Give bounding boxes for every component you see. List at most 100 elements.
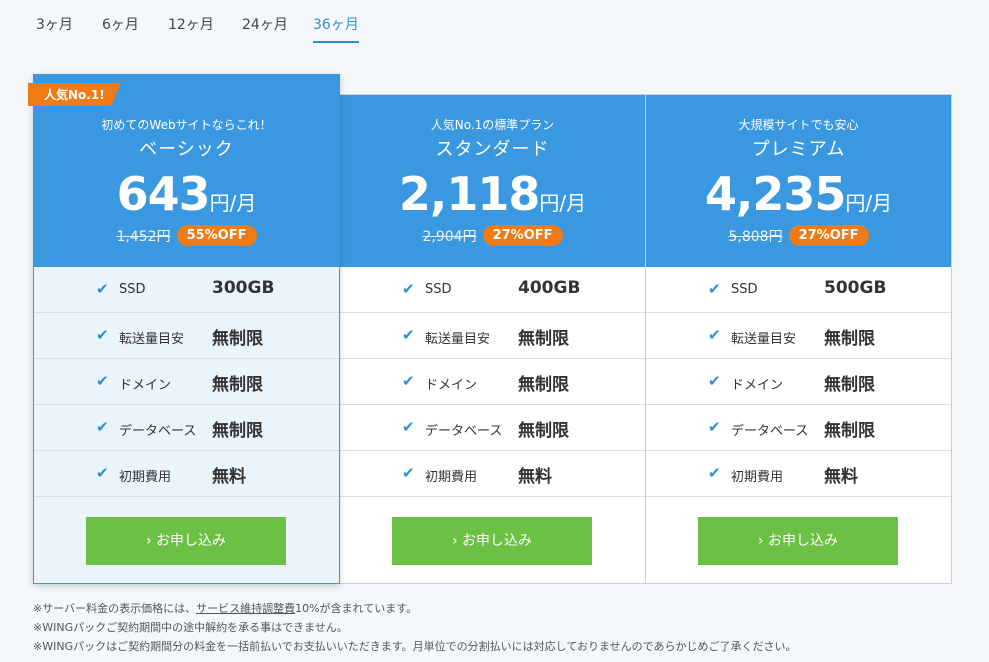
feature-value: 無制限 (824, 375, 875, 395)
discount-badge: 55%OFF (176, 225, 257, 246)
tab-36-months[interactable]: 36ヶ月 (313, 14, 359, 43)
check-icon: ✔ (96, 418, 109, 436)
feature-value: 300GB (212, 278, 275, 298)
check-icon: ✔ (708, 372, 721, 390)
feature-label: SSD (119, 282, 146, 297)
feature-label: SSD (731, 282, 758, 297)
feature-label: 初期費用 (119, 470, 172, 485)
feature-row-database: ✔ データベース 無制限 (646, 405, 951, 451)
check-icon: ✔ (402, 418, 415, 436)
apply-button[interactable]: › お申し込み (698, 517, 898, 565)
footnotes: ※サーバー料金の表示価格には、サービス維持調整費10%が含まれています。 ※WI… (33, 599, 973, 656)
apply-button[interactable]: › お申し込み (86, 517, 286, 565)
feature-value: 無制限 (212, 329, 263, 349)
feature-label: ドメイン (119, 378, 172, 393)
feature-value: 無制限 (518, 329, 569, 349)
check-icon: ✔ (96, 372, 109, 390)
feature-row-domain: ✔ ドメイン 無制限 (34, 359, 339, 405)
footnote-text: 10%が含まれています。 (295, 602, 418, 615)
check-icon: ✔ (402, 280, 415, 298)
discount-badge: 27%OFF (788, 225, 869, 246)
apply-button[interactable]: › お申し込み (392, 517, 592, 565)
price-line: 4,235円/月 (646, 167, 951, 221)
check-icon: ✔ (708, 418, 721, 436)
feature-label: 転送量目安 (731, 332, 797, 347)
price-line: 643円/月 (34, 167, 339, 221)
feature-row-initial-fee: ✔ 初期費用 無料 (34, 451, 339, 497)
feature-value: 400GB (518, 278, 581, 298)
feature-label: 転送量目安 (425, 332, 491, 347)
feature-label: SSD (425, 282, 452, 297)
chevron-right-icon: › (145, 533, 152, 549)
feature-label: ドメイン (425, 378, 478, 393)
original-price: 2,904円 (422, 228, 477, 245)
check-icon: ✔ (96, 326, 109, 344)
feature-value: 無制限 (824, 329, 875, 349)
feature-value: 無制限 (518, 375, 569, 395)
price-line: 2,118円/月 (340, 167, 645, 221)
feature-row-ssd: ✔ SSD 400GB (340, 267, 645, 313)
discount-badge: 27%OFF (482, 225, 563, 246)
plan-name: プレミアム (751, 139, 846, 160)
feature-label: データベース (119, 424, 197, 439)
popular-ribbon: 人気No.1! (28, 83, 121, 106)
feature-label: 初期費用 (425, 470, 478, 485)
footnote-text: ※サーバー料金の表示価格には、 (33, 602, 197, 615)
feature-row-domain: ✔ ドメイン 無制限 (646, 359, 951, 405)
feature-value: 無制限 (824, 421, 875, 441)
original-price: 1,452円 (116, 228, 171, 245)
feature-row-initial-fee: ✔ 初期費用 無料 (646, 451, 951, 497)
plan-header: 人気No.1の標準プラン スタンダード 2,118円/月 2,904円 27%OF… (340, 95, 645, 267)
term-tabs: 3ヶ月 6ヶ月 12ヶ月 24ヶ月 36ヶ月 (0, 0, 989, 44)
feature-value: 500GB (824, 278, 887, 298)
discount-line: 2,904円 27%OFF (340, 225, 645, 246)
feature-row-database: ✔ データベース 無制限 (340, 405, 645, 451)
footnote-3: ※WINGパックはご契約期間分の料金を一括前払いでお支払いいただきます。月単位で… (33, 640, 797, 653)
feature-value: 無制限 (212, 421, 263, 441)
check-icon: ✔ (708, 280, 721, 298)
plan-price: 643 (116, 167, 211, 221)
plan-price: 4,235 (704, 167, 847, 221)
feature-label: ドメイン (731, 378, 784, 393)
feature-label: 初期費用 (731, 470, 784, 485)
feature-row-initial-fee: ✔ 初期費用 無料 (340, 451, 645, 497)
check-icon: ✔ (402, 326, 415, 344)
feature-label: データベース (425, 424, 503, 439)
feature-row-ssd: ✔ SSD 300GB (34, 267, 339, 313)
check-icon: ✔ (402, 464, 415, 482)
check-icon: ✔ (708, 464, 721, 482)
tab-6-months[interactable]: 6ヶ月 (102, 14, 139, 41)
plan-name: スタンダード (435, 139, 550, 160)
plan-header: 大規模サイトでも安心 プレミアム 4,235円/月 5,808円 27%OFF (646, 95, 951, 267)
feature-row-database: ✔ データベース 無制限 (34, 405, 339, 451)
feature-row-transfer: ✔ 転送量目安 無制限 (340, 313, 645, 359)
feature-value: 無料 (824, 467, 858, 487)
plan-tagline: 初めてのWebサイトならこれ！ (101, 118, 272, 132)
plan-price: 2,118 (398, 167, 541, 221)
original-price: 5,808円 (728, 228, 783, 245)
plan-tagline: 大規模サイトでも安心 (738, 118, 859, 132)
check-icon: ✔ (96, 464, 109, 482)
price-unit: 円/月 (539, 191, 587, 215)
apply-button-label: お申し込み (768, 533, 839, 549)
feature-row-transfer: ✔ 転送量目安 無制限 (34, 313, 339, 359)
check-icon: ✔ (708, 326, 721, 344)
apply-button-label: お申し込み (156, 533, 227, 549)
tab-3-months[interactable]: 3ヶ月 (36, 14, 73, 41)
plan-card-standard: 人気No.1の標準プラン スタンダード 2,118円/月 2,904円 27%OF… (339, 94, 646, 584)
discount-line: 5,808円 27%OFF (646, 225, 951, 246)
feature-value: 無料 (212, 467, 246, 487)
service-fee-link[interactable]: サービス維持調整費 (196, 602, 295, 615)
feature-value: 無制限 (518, 421, 569, 441)
tab-24-months[interactable]: 24ヶ月 (242, 14, 288, 41)
plan-card-basic: 人気No.1! 初めてのWebサイトならこれ！ ベーシック 643円/月 1,4… (28, 74, 340, 584)
plan-tagline: 人気No.1の標準プラン (430, 118, 555, 132)
feature-label: 転送量目安 (119, 332, 185, 347)
feature-row-ssd: ✔ SSD 500GB (646, 267, 951, 313)
plan-card-premium: 大規模サイトでも安心 プレミアム 4,235円/月 5,808円 27%OFF ✔… (645, 94, 952, 584)
plan-name: ベーシック (139, 139, 234, 160)
tab-12-months[interactable]: 12ヶ月 (168, 14, 214, 41)
feature-value: 無制限 (212, 375, 263, 395)
discount-line: 1,452円 55%OFF (34, 225, 339, 246)
price-unit: 円/月 (845, 191, 893, 215)
